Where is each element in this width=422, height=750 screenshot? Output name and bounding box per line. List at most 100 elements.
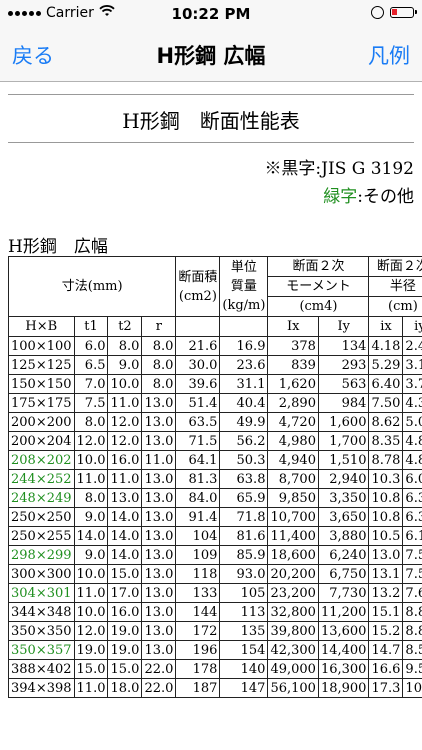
- cell-moment-x: 4,720: [267, 412, 319, 432]
- header-hxb: H×B: [8, 316, 75, 337]
- cell-t1: 7.0: [73, 374, 109, 394]
- cell-size: 250×255: [8, 526, 75, 546]
- cell-radius-x: 16.6: [368, 659, 404, 679]
- cell-moment-x: 8,700: [267, 469, 319, 489]
- cell-radius-x: 8.62: [368, 412, 404, 432]
- table-row[interactable]: 248×249 8.0 13.0 13.0 84.0 65.9 9,850 3,350 10.8…: [8, 488, 422, 508]
- cell-t2: 11.0: [107, 469, 143, 489]
- cell-moment-y: 6,750: [317, 564, 370, 584]
- cell-area: 84.0: [175, 488, 221, 508]
- table-row[interactable]: 100×1006.08.08.021.616.93781344.182.49: [8, 336, 422, 356]
- cell-mass: 23.6: [219, 355, 269, 375]
- table-row[interactable]: 350×350 12.0 19.0 13.0 172 135 39,800 13,600 15.…: [8, 621, 422, 641]
- table-row[interactable]: 200×200 8.0 12.0 13.0 63.5 49.9 4,720 1,600 8.62…: [8, 412, 422, 432]
- cell-moment-y: 6,240: [317, 545, 370, 565]
- cell-mass: 85.9: [219, 545, 269, 565]
- content-scroll[interactable]: H形鋼 断面性能表 ※黒字:JIS G 3192 緑字:その他 H形鋼 広幅 寸…: [0, 82, 422, 750]
- table-row[interactable]: 208×202 10.0 16.0 11.0 64.1 50.3 4,940 1,510 8.7…: [8, 450, 422, 470]
- table-row[interactable]: 125×1256.59.08.030.023.68392935.293.13: [8, 355, 422, 375]
- table-row[interactable]: 388×402 15.0 15.0 22.0 178 140 49,000 16,300 16.…: [8, 659, 422, 679]
- cell-moment-x: 56,100: [267, 678, 319, 698]
- cell-mass: 147: [219, 678, 269, 698]
- cell-moment-x: 4,940: [267, 450, 319, 470]
- cell-radius-x: 13.0: [368, 545, 404, 565]
- header-dimension: 寸法(mm): [7, 256, 177, 317]
- cell-radius-y: 8.89: [402, 621, 422, 641]
- table-row[interactable]: 244×252 11.0 11.0 13.0 81.3 63.8 8,700 2,940 10.…: [8, 469, 422, 489]
- cell-moment-x: 2,890: [267, 393, 319, 413]
- cell-r: 13.0: [141, 469, 177, 489]
- cell-moment-x: 1,620: [267, 374, 319, 394]
- legend-button[interactable]: 凡例: [368, 40, 410, 70]
- cell-mass: 50.3: [219, 450, 269, 470]
- table-row[interactable]: 304×301 11.0 17.0 13.0 133 105 23,200 7,730 13.2…: [8, 583, 422, 603]
- cell-size: 250×250: [8, 507, 75, 527]
- cell-r: 13.0: [141, 431, 177, 451]
- cell-area: 71.5: [175, 431, 221, 451]
- cell-moment-y: 3,650: [317, 507, 370, 527]
- header-t1: t1: [73, 316, 109, 337]
- cell-radius-x: 7.50: [368, 393, 404, 413]
- cell-radius-x: 14.7: [368, 640, 404, 660]
- cell-size: 350×350: [8, 621, 75, 641]
- header-moment-unit: (cm4): [267, 296, 370, 317]
- cell-r: 13.0: [141, 621, 177, 641]
- cell-t1: 6.5: [73, 355, 109, 375]
- header-radius-1: 断面２次: [368, 256, 422, 277]
- note-green-text: :その他: [357, 187, 414, 207]
- table-row[interactable]: 344×348 10.0 16.0 13.0 144 113 32,800 11,200 15.…: [8, 602, 422, 622]
- cell-t1: 10.0: [73, 450, 109, 470]
- cell-radius-y: 3.13: [402, 355, 422, 375]
- cell-radius-y: 7.62: [402, 583, 422, 603]
- cell-area: 133: [175, 583, 221, 603]
- cell-mass: 49.9: [219, 412, 269, 432]
- cell-radius-y: 8.84: [402, 602, 422, 622]
- table-row[interactable]: 394×398 11.0 18.0 22.0 187 147 56,100 18,900 17.…: [8, 678, 422, 698]
- cell-mass: 154: [219, 640, 269, 660]
- cell-t1: 8.0: [73, 412, 109, 432]
- cell-area: 81.3: [175, 469, 221, 489]
- header-radius-unit: (cm): [368, 296, 422, 317]
- cell-t2: 14.0: [107, 526, 143, 546]
- header-mass: 単位 質量 (kg/m): [219, 256, 269, 317]
- cell-moment-y: 293: [317, 355, 370, 375]
- cell-size: 350×357: [8, 640, 75, 660]
- header-r: r: [141, 316, 177, 337]
- table-row[interactable]: 150×1507.010.08.039.631.11,6205636.403.7…: [8, 374, 422, 394]
- cell-r: 13.0: [141, 507, 177, 527]
- table-row[interactable]: 300×300 10.0 15.0 13.0 118 93.0 20,200 6,750 13.…: [8, 564, 422, 584]
- table-title: H形鋼 断面性能表: [122, 109, 300, 133]
- cell-r: 13.0: [141, 545, 177, 565]
- header-iy-moment: Iy: [317, 316, 370, 337]
- cell-t2: 16.0: [107, 602, 143, 622]
- cell-area: 64.1: [175, 450, 221, 470]
- cell-t2: 18.0: [107, 678, 143, 698]
- cell-r: 8.0: [141, 374, 177, 394]
- cell-moment-x: 10,700: [267, 507, 319, 527]
- cell-radius-x: 13.1: [368, 564, 404, 584]
- header-iy-radius: iy: [402, 316, 422, 337]
- cell-radius-x: 15.2: [368, 621, 404, 641]
- table-row[interactable]: 350×357 19.0 19.0 13.0 196 154 42,300 14,400 14.…: [8, 640, 422, 660]
- cell-radius-y: 4.37: [402, 393, 422, 413]
- cell-radius-x: 10.3: [368, 469, 404, 489]
- cell-size: 300×300: [8, 564, 75, 584]
- cell-moment-y: 14,400: [317, 640, 370, 660]
- cell-area: 63.5: [175, 412, 221, 432]
- table-row[interactable]: 250×255 14.0 14.0 13.0 104 81.6 11,400 3,880 10.…: [8, 526, 422, 546]
- section-title: H形鋼 広幅: [8, 237, 108, 257]
- cell-r: 22.0: [141, 678, 177, 698]
- cell-radius-y: 9.57: [402, 659, 422, 679]
- cell-t2: 19.0: [107, 640, 143, 660]
- table-row[interactable]: 250×250 9.0 14.0 13.0 91.4 71.8 10,700 3,650 10.…: [8, 507, 422, 527]
- table-row[interactable]: 298×299 9.0 14.0 13.0 109 85.9 18,600 6,240 13.0…: [8, 545, 422, 565]
- table-row[interactable]: 200×204 12.0 12.0 13.0 71.5 56.2 4,980 1,700 8.3…: [8, 431, 422, 451]
- cell-area: 91.4: [175, 507, 221, 527]
- section-properties-table: 寸法(mm) 断面積 (cm2) 単位質量 (kg/m) 断面２次 断面２次 モーメ…: [7, 256, 422, 698]
- header-area: 断面積 (cm2): [175, 256, 221, 317]
- cell-radius-x: 10.8: [368, 488, 404, 508]
- table-row[interactable]: 175×175 7.5 11.0 13.0 51.4 40.4 2,890 984 7.50 4.…: [8, 393, 422, 413]
- cell-area: 104: [175, 526, 221, 546]
- navigation-bar: 戻る H形鋼 広幅 凡例: [0, 28, 422, 82]
- cell-area: 196: [175, 640, 221, 660]
